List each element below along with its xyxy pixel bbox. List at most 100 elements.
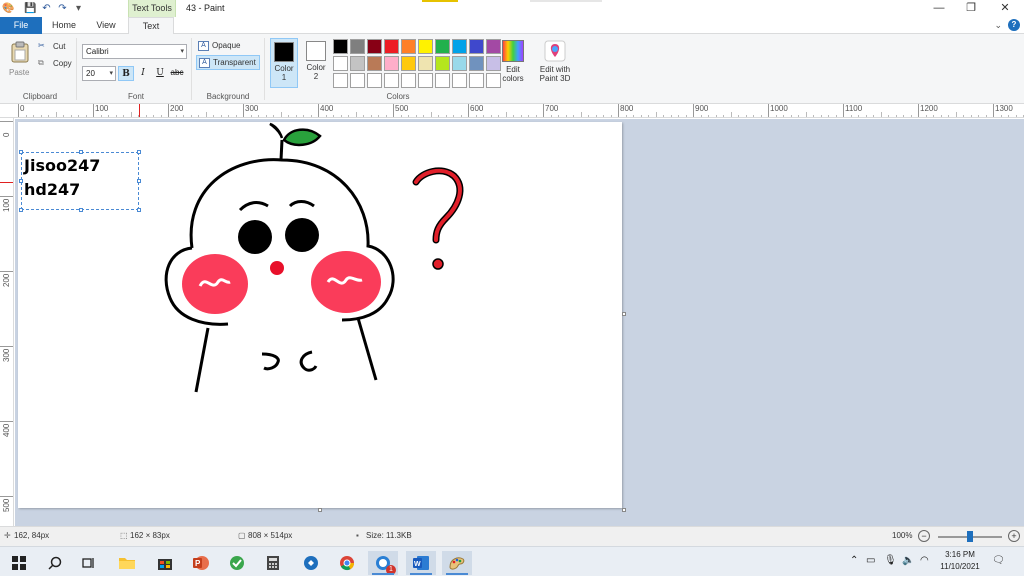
canvas-resize-handle[interactable] bbox=[318, 508, 322, 512]
microphone-icon[interactable]: 🎙 bbox=[884, 555, 897, 566]
color2-button[interactable]: Color 2 bbox=[302, 38, 330, 88]
palette-swatch[interactable] bbox=[350, 73, 365, 88]
ruler-minor-tick bbox=[558, 115, 559, 117]
redo-icon[interactable]: ↷ bbox=[56, 2, 69, 15]
system-clock[interactable]: 3:16 PM 11/10/2021 bbox=[936, 549, 984, 573]
palette-swatch[interactable] bbox=[435, 73, 450, 88]
drawing-canvas[interactable]: Jisoo247 hd247 bbox=[18, 122, 626, 512]
palette-swatch[interactable] bbox=[452, 39, 467, 54]
customize-quick-access-icon[interactable]: ▾ bbox=[72, 2, 85, 15]
font-family-value: Calibri bbox=[86, 47, 109, 56]
left-eye bbox=[238, 220, 272, 254]
paint-app-icon[interactable]: 🎨 bbox=[2, 2, 15, 15]
tray-overflow-icon[interactable]: ⌃ bbox=[850, 555, 858, 566]
word-icon[interactable]: W bbox=[406, 551, 436, 575]
palette-swatch[interactable] bbox=[469, 39, 484, 54]
palette-swatch[interactable] bbox=[435, 56, 450, 71]
palette-swatch[interactable] bbox=[401, 56, 416, 71]
palette-swatch[interactable] bbox=[401, 73, 416, 88]
paste-button[interactable]: Paste bbox=[9, 68, 29, 77]
palette-swatch[interactable] bbox=[435, 39, 450, 54]
minimize-button[interactable]: — bbox=[924, 0, 954, 17]
palette-swatch[interactable] bbox=[384, 39, 399, 54]
copy-button[interactable]: Copy bbox=[53, 59, 72, 68]
font-family-select[interactable]: Calibri ▾ bbox=[82, 44, 187, 59]
color1-button[interactable]: Color 1 bbox=[270, 38, 298, 88]
wifi-icon[interactable]: ◠ bbox=[920, 555, 929, 566]
palette-swatch[interactable] bbox=[384, 56, 399, 71]
ruler-minor-tick bbox=[175, 115, 177, 117]
palette-swatch[interactable] bbox=[418, 56, 433, 71]
green-app-icon[interactable] bbox=[222, 551, 252, 575]
undo-icon[interactable]: ↶ bbox=[40, 2, 53, 15]
palette-swatch[interactable] bbox=[367, 39, 382, 54]
file-explorer-icon[interactable] bbox=[112, 551, 142, 575]
palette-swatch[interactable] bbox=[418, 73, 433, 88]
palette-swatch[interactable] bbox=[333, 73, 348, 88]
palette-swatch[interactable] bbox=[384, 73, 399, 88]
cut-button[interactable]: Cut bbox=[53, 42, 65, 51]
ruler-minor-tick bbox=[820, 115, 822, 117]
italic-button[interactable]: I bbox=[135, 66, 151, 81]
canvas-resize-handle[interactable] bbox=[622, 508, 626, 512]
strikethrough-button[interactable]: abc bbox=[169, 66, 185, 81]
palette-swatch[interactable] bbox=[469, 56, 484, 71]
palette-swatch[interactable] bbox=[333, 39, 348, 54]
bold-button[interactable]: B bbox=[118, 66, 134, 81]
save-icon[interactable]: 💾 bbox=[24, 2, 37, 15]
ruler-minor-tick bbox=[190, 115, 192, 117]
edit-with-paint3d-button[interactable]: Edit with Paint 3D bbox=[536, 38, 574, 83]
zoom-in-button[interactable]: + bbox=[1008, 530, 1020, 542]
question-mark-dot bbox=[432, 258, 444, 270]
tab-text[interactable]: Text bbox=[128, 17, 174, 35]
help-icon[interactable]: ? bbox=[1008, 19, 1020, 31]
palette-swatch[interactable] bbox=[350, 56, 365, 71]
ruler-tick-label: 600 bbox=[470, 104, 484, 113]
paste-icon[interactable] bbox=[10, 41, 30, 63]
microsoft-store-icon[interactable] bbox=[150, 551, 180, 575]
tab-view[interactable]: View bbox=[88, 17, 124, 34]
font-group-label: Font bbox=[127, 92, 144, 101]
close-button[interactable]: ✕ bbox=[990, 0, 1020, 17]
canvas-resize-handle[interactable] bbox=[622, 312, 626, 316]
copy-icon[interactable]: ⧉ bbox=[38, 58, 44, 68]
powerpoint-icon[interactable]: P bbox=[186, 551, 216, 575]
palette-swatch[interactable] bbox=[367, 73, 382, 88]
cut-icon[interactable]: ✂ bbox=[38, 41, 45, 50]
transparent-option[interactable]: A Transparent bbox=[196, 55, 260, 70]
selection-icon: ⬚ bbox=[120, 531, 128, 540]
tab-file[interactable]: File bbox=[0, 17, 42, 34]
opaque-icon: A bbox=[198, 41, 209, 51]
palette-swatch[interactable] bbox=[367, 56, 382, 71]
palette-swatch[interactable] bbox=[452, 56, 467, 71]
snip-tool-icon[interactable] bbox=[296, 551, 326, 575]
palette-swatch[interactable] bbox=[350, 39, 365, 54]
ruler-tick bbox=[693, 104, 694, 117]
zoom-slider-thumb[interactable] bbox=[967, 531, 973, 542]
search-icon[interactable] bbox=[40, 551, 70, 575]
edit-colors-button[interactable]: Edit colors bbox=[498, 38, 528, 83]
underline-button[interactable]: U bbox=[152, 66, 168, 81]
palette-swatch[interactable] bbox=[469, 73, 484, 88]
volume-icon[interactable]: 🔈 bbox=[902, 555, 914, 566]
tab-home[interactable]: Home bbox=[46, 17, 82, 34]
battery-icon[interactable]: ▭ bbox=[866, 555, 875, 566]
notifications-icon[interactable]: 🗨 bbox=[992, 555, 1005, 566]
palette-swatch[interactable] bbox=[333, 56, 348, 71]
palette-swatch[interactable] bbox=[418, 39, 433, 54]
character-drawing bbox=[164, 122, 464, 393]
paint-taskbar-icon[interactable] bbox=[442, 551, 472, 575]
zalo-app-icon[interactable]: 1 bbox=[368, 551, 398, 575]
chrome-icon[interactable] bbox=[332, 551, 362, 575]
windows-start-icon[interactable] bbox=[4, 551, 34, 575]
opaque-option[interactable]: A Opaque bbox=[196, 39, 240, 54]
palette-swatch[interactable] bbox=[452, 73, 467, 88]
palette-swatch[interactable] bbox=[401, 39, 416, 54]
task-view-icon[interactable] bbox=[74, 551, 104, 575]
right-eye bbox=[285, 218, 319, 252]
zoom-out-button[interactable]: − bbox=[918, 530, 930, 542]
chevron-down-icon[interactable]: ⌄ bbox=[994, 20, 1002, 31]
font-size-select[interactable]: 20 ▾ bbox=[82, 66, 116, 81]
calculator-icon[interactable] bbox=[258, 551, 288, 575]
maximize-button[interactable]: ❐ bbox=[956, 0, 986, 17]
